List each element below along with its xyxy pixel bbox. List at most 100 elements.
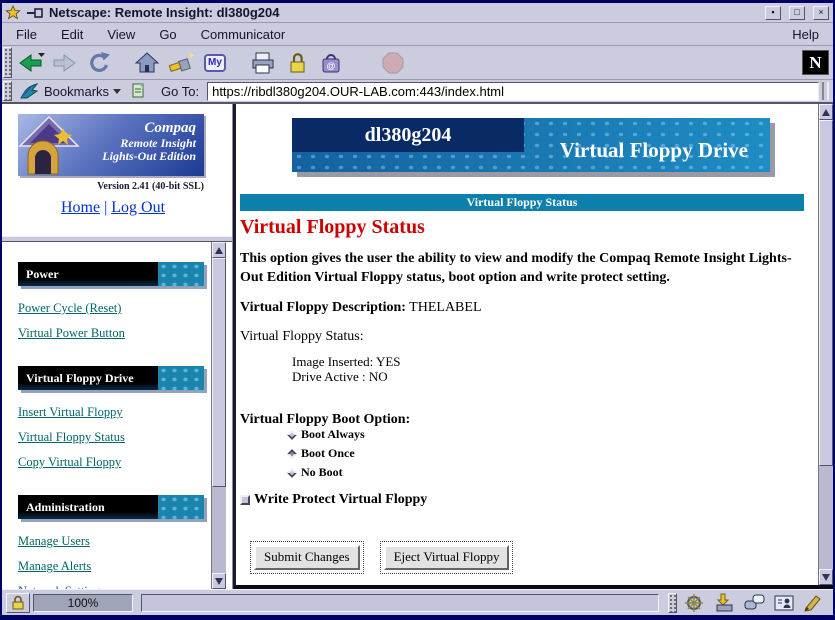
shop-icon: @ — [319, 51, 343, 75]
netscape-window: Netscape: Remote Insight: dl380g204 ▪ □ … — [0, 0, 835, 620]
reload-icon — [87, 51, 111, 75]
window-pin-icon[interactable] — [27, 6, 43, 20]
drive-active-line: Drive Active : NO — [292, 369, 812, 385]
menu-view[interactable]: View — [107, 27, 135, 42]
administration-section-header: Administration — [18, 495, 204, 519]
sidebar-link-manage-alerts[interactable]: Manage Alerts — [18, 559, 211, 574]
bookmarks-icon — [18, 82, 40, 100]
print-button[interactable] — [246, 48, 280, 78]
mailbox-component-button[interactable] — [709, 592, 739, 614]
close-button[interactable]: × — [813, 6, 829, 20]
goto-label: Go To: — [161, 84, 199, 99]
stop-icon — [381, 51, 405, 75]
floppy-status-values: Image Inserted: YES Drive Active : NO — [292, 354, 812, 385]
sidebar-link-copy-virtual-floppy[interactable]: Copy Virtual Floppy — [18, 455, 211, 470]
location-bar-grip[interactable] — [3, 81, 12, 101]
radio-boot-always-label: Boot Always — [301, 427, 365, 442]
main-scrollbar[interactable] — [818, 104, 833, 585]
radio-button-icon — [287, 449, 297, 459]
security-indicator[interactable] — [6, 593, 30, 613]
forward-button[interactable] — [48, 48, 82, 78]
bookmarks-label[interactable]: Bookmarks — [44, 84, 109, 99]
sidebar-scroll-up-button[interactable] — [212, 242, 226, 258]
menu-edit[interactable]: Edit — [61, 27, 83, 42]
stop-button[interactable] — [376, 48, 410, 78]
netscape-logo[interactable]: N — [802, 50, 829, 75]
menu-help[interactable]: Help — [792, 27, 819, 42]
url-input[interactable] — [207, 82, 819, 101]
menu-file[interactable]: File — [16, 27, 37, 42]
progress-indicator: 100% — [33, 594, 133, 612]
browser-content: Compaq Remote Insight Lights-Out Edition… — [2, 104, 833, 589]
logo-brand: Compaq — [80, 120, 196, 137]
address-book-component-button[interactable] — [769, 592, 799, 614]
mailbox-icon — [713, 593, 735, 613]
print-icon — [250, 51, 276, 75]
back-icon — [17, 51, 45, 75]
sidebar-scrollbar[interactable] — [211, 242, 226, 589]
sidebar-scroll-thumb[interactable] — [212, 258, 226, 487]
sidebar-link-virtual-floppy-status[interactable]: Virtual Floppy Status — [18, 430, 211, 445]
security-button[interactable] — [280, 48, 314, 78]
component-bar-grip[interactable] — [668, 593, 677, 613]
section-title-bar: Virtual Floppy Status — [240, 194, 804, 211]
minimize-button[interactable]: ▪ — [765, 6, 781, 20]
arrow-up-icon — [215, 247, 223, 254]
location-bar: Bookmarks Go To: — [2, 80, 833, 104]
my-netscape-icon: My — [204, 54, 226, 72]
radio-boot-once[interactable]: Boot Once — [288, 447, 812, 461]
banner-hostname: dl380g204 — [292, 118, 524, 152]
logo-product: Remote Insight — [80, 137, 196, 150]
my-netscape-button[interactable]: My — [198, 48, 232, 78]
radio-boot-always[interactable]: Boot Always — [288, 428, 812, 442]
write-protect-row[interactable]: Write Protect Virtual Floppy — [240, 492, 812, 508]
sidebar-scroll-area — [211, 242, 232, 589]
address-book-icon — [773, 593, 795, 613]
section-virtual-floppy: Virtual Floppy Drive Insert Virtual Flop… — [18, 366, 211, 470]
main-scroll-thumb[interactable] — [819, 120, 833, 466]
url-bar-handle[interactable] — [822, 82, 829, 100]
virtual-floppy-section-title: Virtual Floppy Drive — [18, 366, 158, 390]
sidebar-link-power-cycle[interactable]: Power Cycle (Reset) — [18, 301, 211, 316]
menu-communicator[interactable]: Communicator — [201, 27, 286, 42]
home-link[interactable]: Home — [61, 199, 100, 216]
toolbar-grip[interactable] — [3, 47, 12, 78]
logout-link[interactable]: Log Out — [111, 199, 165, 216]
sidebar-link-manage-users[interactable]: Manage Users — [18, 534, 211, 549]
logo-text: Compaq Remote Insight Lights-Out Edition — [80, 114, 204, 176]
reload-button[interactable] — [82, 48, 116, 78]
sidebar-scroll-down-button[interactable] — [212, 573, 226, 589]
page-banner: dl380g204 Virtual Floppy Drive — [292, 118, 770, 172]
back-button[interactable] — [14, 48, 48, 78]
eject-virtual-floppy-button[interactable]: Eject Virtual Floppy — [384, 545, 510, 570]
navigator-component-button[interactable] — [679, 592, 709, 614]
sidebar-nav: Power Power Cycle (Reset) Virtual Power … — [2, 242, 211, 589]
sidebar-scroll-track[interactable] — [212, 487, 226, 573]
main-scroll-up-button[interactable] — [819, 104, 833, 120]
write-protect-checkbox[interactable] — [240, 495, 250, 505]
shop-button[interactable]: @ — [314, 48, 348, 78]
page-proxy-icon[interactable] — [129, 82, 147, 100]
submit-changes-button[interactable]: Submit Changes — [254, 545, 360, 570]
sidebar-link-insert-virtual-floppy[interactable]: Insert Virtual Floppy — [18, 405, 211, 420]
logo-edition: Lights-Out Edition — [80, 150, 196, 163]
search-button[interactable] — [164, 48, 198, 78]
floppy-description-value: THELABEL — [409, 300, 481, 315]
home-button[interactable] — [130, 48, 164, 78]
main-frame: dl380g204 Virtual Floppy Drive Virtual F… — [233, 104, 833, 589]
radio-no-boot[interactable]: No Boot — [288, 466, 812, 480]
arrow-down-icon — [215, 578, 223, 585]
forward-icon — [52, 51, 78, 75]
search-icon — [168, 51, 194, 75]
menu-go[interactable]: Go — [159, 27, 176, 42]
discussions-component-button[interactable] — [739, 592, 769, 614]
main-scroll-down-button[interactable] — [819, 569, 833, 585]
composer-component-button[interactable] — [799, 592, 829, 614]
main-scroll-track[interactable] — [819, 466, 833, 569]
page-heading: Virtual Floppy Status — [240, 216, 812, 239]
bookmarks-dropdown-icon[interactable] — [113, 89, 121, 94]
maximize-button[interactable]: □ — [789, 6, 805, 20]
sidebar-link-virtual-power-button[interactable]: Virtual Power Button — [18, 326, 211, 341]
compaq-logo: Compaq Remote Insight Lights-Out Edition — [18, 114, 204, 176]
eject-virtual-floppy-button-focus: Eject Virtual Floppy — [380, 541, 514, 574]
